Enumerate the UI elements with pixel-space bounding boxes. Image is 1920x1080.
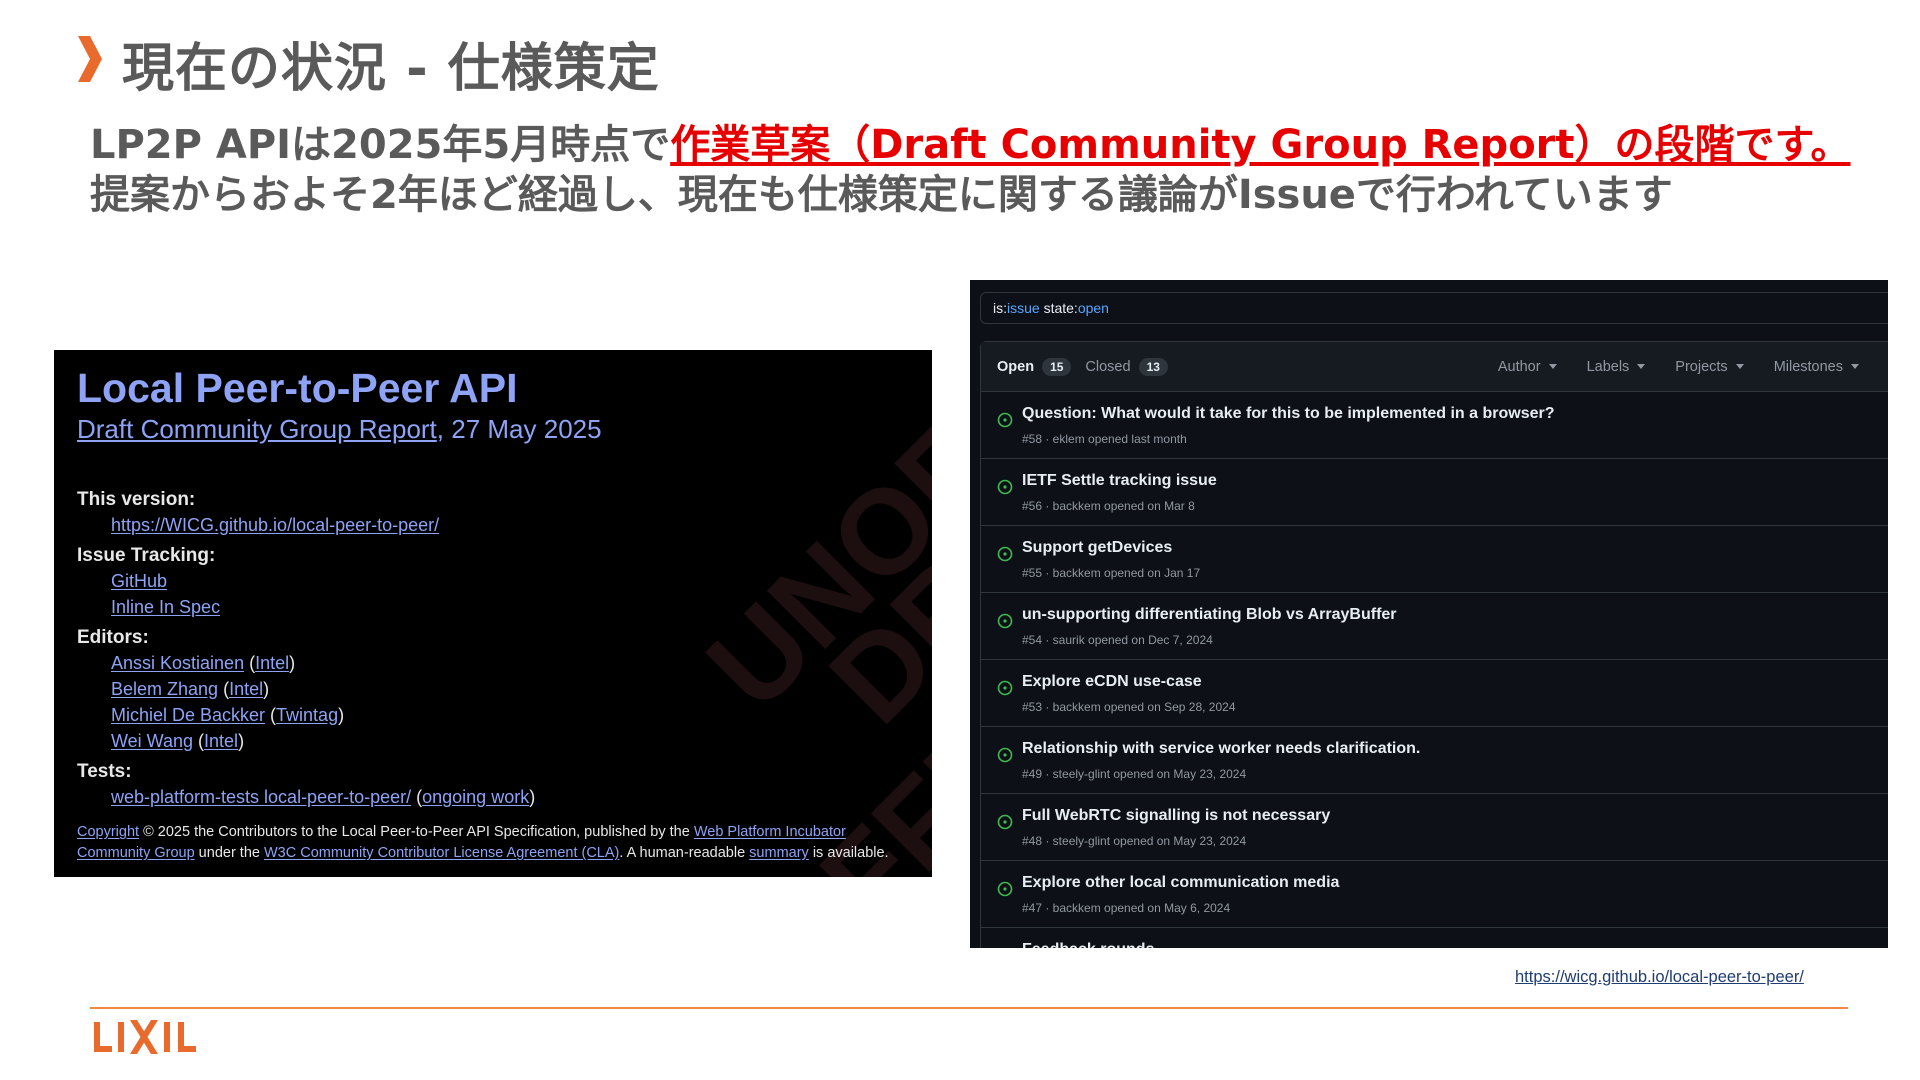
issue-title[interactable]: Full WebRTC signalling is not necessary xyxy=(1022,807,1330,825)
issue-open-icon xyxy=(997,680,1013,696)
chevron-right-icon xyxy=(78,36,102,82)
open-count-badge: 15 xyxy=(1042,357,1072,376)
issue-row[interactable]: Explore eCDN use-case #53 · backkem opene… xyxy=(981,660,1888,727)
issue-row[interactable]: Relationship with service worker needs c… xyxy=(981,727,1888,794)
issue-open-icon xyxy=(997,479,1013,495)
issue-meta: #53 · backkem opened on Sep 28, 2024 xyxy=(1022,700,1236,714)
caret-down-icon xyxy=(1637,364,1646,369)
lead-line-2: 提案からおよそ2年ほど経過し、現在も仕様策定に関する議論がIssueで行われてい… xyxy=(90,172,1673,218)
tests-link[interactable]: web-platform-tests local-peer-to-peer/ xyxy=(111,787,411,807)
editor-item: Anssi Kostiainen (Intel) xyxy=(111,653,296,673)
tab-closed[interactable]: Closed 13 xyxy=(1085,357,1168,376)
milestones-filter[interactable]: Milestones xyxy=(1774,359,1859,375)
editor-org-link[interactable]: Intel xyxy=(204,731,238,751)
issue-open-icon xyxy=(997,613,1013,629)
issue-open-icon xyxy=(997,747,1013,763)
lead-text: LP2P APIは2025年5月時点で作業草案（Draft Community … xyxy=(90,120,1851,220)
cla-link[interactable]: W3C Community Contributor License Agreem… xyxy=(264,845,619,861)
labels-filter[interactable]: Labels xyxy=(1587,359,1646,375)
issue-row[interactable]: Question: What would it take for this to… xyxy=(981,392,1888,459)
issue-title[interactable]: Question: What would it take for this to… xyxy=(1022,405,1554,423)
page-title: 現在の状況 - 仕様策定 xyxy=(122,39,660,99)
this-version-label: This version: xyxy=(77,489,196,510)
issue-title[interactable]: Feedback rounds xyxy=(1022,941,1154,948)
editor-org-link[interactable]: Twintag xyxy=(276,705,338,725)
editors-label: Editors: xyxy=(77,627,149,648)
issue-title[interactable]: Explore eCDN use-case xyxy=(1022,673,1202,691)
lixil-logo xyxy=(94,1020,196,1054)
projects-filter[interactable]: Projects xyxy=(1675,359,1744,375)
author-filter[interactable]: Author xyxy=(1498,359,1557,375)
issue-row[interactable]: Full WebRTC signalling is not necessary #… xyxy=(981,794,1888,861)
issue-row[interactable]: Feedback rounds xyxy=(981,928,1888,948)
lead-line-1-prefix: LP2P APIは2025年5月時点で xyxy=(90,122,671,168)
status-link[interactable]: Draft Community Group Report xyxy=(77,414,437,444)
spec-metadata: This version: https://WICG.github.io/loc… xyxy=(77,488,918,810)
issue-meta: #47 · backkem opened on May 6, 2024 xyxy=(1022,901,1231,915)
issue-open-icon xyxy=(997,881,1013,897)
editor-link[interactable]: Belem Zhang xyxy=(111,679,218,699)
caret-down-icon xyxy=(1735,364,1744,369)
github-issues-screenshot: is:issue state:open Open 15 Closed 13 Auth… xyxy=(970,280,1888,948)
issue-meta: #49 · steely-glint opened on May 23, 202… xyxy=(1022,767,1247,781)
spec-subtitle: Draft Community Group Report, 27 May 202… xyxy=(77,412,918,446)
copyright-notice: Copyright © 2025 the Contributors to the… xyxy=(77,824,889,861)
issue-open-icon xyxy=(997,412,1013,428)
editor-item: Wei Wang (Intel) xyxy=(111,731,245,751)
caret-down-icon xyxy=(1548,364,1557,369)
issue-list-header: Open 15 Closed 13 Author Labels Projects M… xyxy=(981,342,1888,392)
issue-open-icon xyxy=(997,546,1013,562)
issue-title[interactable]: Support getDevices xyxy=(1022,539,1172,557)
issue-tracking-label: Issue Tracking: xyxy=(77,545,216,566)
caret-down-icon xyxy=(1851,364,1859,369)
github-link[interactable]: GitHub xyxy=(111,571,167,591)
issue-open-icon xyxy=(997,814,1013,830)
footer-rule xyxy=(90,1007,1848,1009)
ongoing-work-link[interactable]: ongoing work xyxy=(422,787,529,807)
issue-title[interactable]: Relationship with service worker needs c… xyxy=(1022,740,1420,758)
issue-meta: #48 · steely-glint opened on May 23, 202… xyxy=(1022,834,1247,848)
source-link[interactable]: https://wicg.github.io/local-peer-to-pee… xyxy=(1515,968,1804,987)
editor-link[interactable]: Wei Wang xyxy=(111,731,193,751)
issue-row[interactable]: Explore other local communication media #… xyxy=(981,861,1888,928)
editor-org-link[interactable]: Intel xyxy=(255,653,289,673)
summary-link[interactable]: summary xyxy=(749,845,809,861)
issue-title[interactable]: Explore other local communication media xyxy=(1022,874,1339,892)
issue-meta: #54 · saurik opened on Dec 7, 2024 xyxy=(1022,633,1213,647)
tab-open[interactable]: Open 15 xyxy=(997,357,1072,376)
issue-row[interactable]: IETF Settle tracking issue #56 · backkem … xyxy=(981,459,1888,526)
issue-meta: #58 · eklem opened last month xyxy=(1022,432,1187,446)
lead-highlight: 作業草案（Draft Community Group Report）の段階です。 xyxy=(670,122,1851,168)
editor-item: Michiel De Backker (Twintag) xyxy=(111,705,345,725)
issue-title[interactable]: IETF Settle tracking issue xyxy=(1022,472,1217,490)
spec-date: , 27 May 2025 xyxy=(436,414,602,444)
issue-title[interactable]: un-supporting differentiating Blob vs Ar… xyxy=(1022,606,1397,624)
issue-meta: #56 · backkem opened on Mar 8 xyxy=(1022,499,1195,513)
issue-row[interactable]: un-supporting differentiating Blob vs Ar… xyxy=(981,593,1888,660)
editor-link[interactable]: Anssi Kostiainen xyxy=(111,653,244,673)
issue-meta: #55 · backkem opened on Jan 17 xyxy=(1022,566,1201,580)
editor-link[interactable]: Michiel De Backker xyxy=(111,705,265,725)
issue-list: Open 15 Closed 13 Author Labels Projects M… xyxy=(980,341,1888,948)
spec-screenshot: UNOFFI DRA OFFIC Local Peer-to-Peer API … xyxy=(54,350,932,877)
closed-count-badge: 13 xyxy=(1138,357,1168,376)
this-version-link[interactable]: https://WICG.github.io/local-peer-to-pee… xyxy=(111,515,439,535)
spec-title: Local Peer-to-Peer API xyxy=(77,365,518,411)
lead-line-1: LP2P APIは2025年5月時点で作業草案（Draft Community … xyxy=(90,120,1851,170)
issue-search-input[interactable]: is:issue state:open xyxy=(980,292,1888,324)
inline-in-spec-link[interactable]: Inline In Spec xyxy=(111,597,220,617)
issue-row[interactable]: Support getDevices #55 · backkem opened o… xyxy=(981,526,1888,593)
copyright-link[interactable]: Copyright xyxy=(77,824,139,840)
editor-org-link[interactable]: Intel xyxy=(229,679,263,699)
editor-item: Belem Zhang (Intel) xyxy=(111,679,270,699)
tests-label: Tests: xyxy=(77,761,132,782)
